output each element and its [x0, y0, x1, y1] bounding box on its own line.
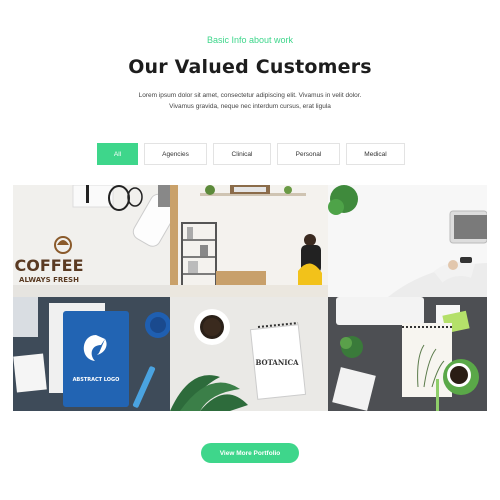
portfolio-item-abstract-logo[interactable]: ABSTRACT LOGO [13, 297, 170, 411]
abstract-logo-image: ABSTRACT LOGO [13, 297, 170, 411]
office-workspace-image [170, 185, 328, 297]
portfolio-item-office[interactable] [170, 185, 328, 297]
coffee-branding-image: COFFEE ALWAYS FRESH [13, 185, 170, 297]
section-eyebrow: Basic Info about work [206, 35, 294, 45]
portfolio-item-laptop[interactable] [328, 185, 487, 297]
portfolio-item-coffee[interactable]: COFFEE ALWAYS FRESH [13, 185, 170, 297]
description-line-2: Vivamus gravida, neque nec interdum curs… [169, 103, 331, 110]
coffee-wordmark: COFFEE [14, 256, 83, 275]
filter-clinical[interactable]: Clinical [213, 143, 271, 165]
botanica-image: BOTANICA [170, 297, 328, 411]
filter-personal[interactable]: Personal [277, 143, 340, 165]
botanica-wordmark: BOTANICA [255, 358, 299, 367]
abstract-logo-caption: ABSTRACT LOGO [73, 377, 120, 383]
view-more-portfolio-button[interactable]: View More Portfolio [201, 443, 299, 463]
botanical-sketchbook-image [328, 297, 487, 411]
filter-agencies[interactable]: Agencies [144, 143, 207, 165]
description-line-1: Lorem ipsum dolor sit amet, consectetur … [138, 92, 362, 99]
section-title: Our Valued Customers [128, 56, 372, 78]
portfolio-grid: COFFEE ALWAYS FRESH ABSTRACT LOGO BOTANI… [13, 185, 487, 411]
section-description: Lorem ipsum dolor sit amet, consectetur … [100, 90, 400, 112]
filter-medical[interactable]: Medical [346, 143, 405, 165]
portfolio-item-sketchbook[interactable] [328, 297, 487, 411]
filter-all[interactable]: All [97, 143, 138, 165]
portfolio-item-botanica[interactable]: BOTANICA [170, 297, 328, 411]
coffee-tagline: ALWAYS FRESH [19, 276, 79, 284]
filter-tabs: All Agencies Clinical Personal Medical [97, 143, 405, 165]
laptop-desk-image [328, 185, 487, 297]
